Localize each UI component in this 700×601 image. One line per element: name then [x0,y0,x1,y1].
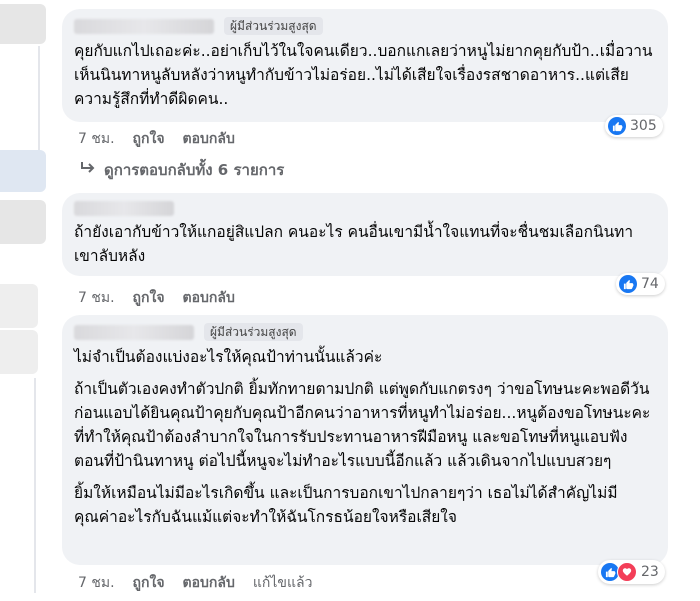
comment-time[interactable]: 7 ชม. [78,128,115,150]
comment-header: ผู้มีส่วนร่วมสูงสุด [74,323,656,341]
comment-text: ไม่จำเป็นต้องแบ่งอะไรให้คุณป้าท่านนั้นแล… [74,348,383,366]
reaction-summary[interactable]: 23 [598,560,665,584]
comment-bubble: ผู้มีส่วนร่วมสูงสุด ไม่จำเป็นต้องแบ่งอะไ… [62,315,668,565]
edited-label[interactable]: แก้ไขแล้ว [253,572,313,594]
reaction-summary[interactable]: 305 [605,115,663,137]
thread-line [34,378,36,593]
thread-line [38,46,40,156]
comment-time[interactable]: 7 ชม. [78,287,115,309]
comment-bubble: ผู้มีส่วนร่วมสูงสุด คุยกับแกไปเถอะค่ะ..อ… [62,9,668,122]
avatar[interactable] [0,200,46,244]
like-button[interactable]: ถูกใจ [133,287,165,309]
like-reaction-icon [619,275,637,293]
reaction-count: 23 [641,564,659,580]
comment-actions: 7 ชม. ถูกใจ ตอบกลับ [78,128,235,150]
view-replies-label: ดูการตอบกลับทั้ง 6 รายการ [104,161,285,179]
comment-text: คุยกับแกไปเถอะค่ะ..อย่าเก็บไว้ในใจคนเดีย… [74,42,653,108]
comment-actions: 7 ชม. ถูกใจ ตอบกลับ แก้ไขแล้ว [78,572,312,594]
comment-actions: 7 ชม. ถูกใจ ตอบกลับ [78,287,235,309]
like-reaction-icon [608,117,626,135]
comment-header [74,201,656,216]
reply-button[interactable]: ตอบกลับ [183,128,235,150]
reaction-count: 305 [630,118,657,134]
reaction-summary[interactable]: 74 [616,273,665,295]
love-reaction-icon [617,562,637,582]
avatar[interactable] [0,150,46,192]
reply-button[interactable]: ตอบกลับ [183,287,235,309]
comment-bubble: ถ้ายังเอากับข้าวให้แกอยู่สิแปลก คนอะไร ค… [62,193,668,276]
reaction-count: 74 [641,276,659,292]
comment-text: ถ้าเป็นตัวเองคงทำตัวปกติ ยิ้มทักทายตามปก… [74,380,651,470]
commenter-name[interactable] [74,18,214,34]
view-replies-link[interactable]: ดูการตอบกลับทั้ง 6 รายการ [80,158,284,182]
avatar[interactable] [0,330,38,374]
comment-text: ยิ้มให้เหมือนไม่มีอะไรเกิดขึ้น และเป็นกา… [74,484,618,526]
top-fan-badge: ผู้มีส่วนร่วมสูงสุด [224,17,323,35]
reply-arrow-icon [80,161,96,179]
like-button[interactable]: ถูกใจ [133,128,165,150]
avatar[interactable] [0,284,38,328]
commenter-name[interactable] [74,201,174,216]
like-button[interactable]: ถูกใจ [133,572,165,594]
comment-header: ผู้มีส่วนร่วมสูงสุด [74,17,656,35]
reply-button[interactable]: ตอบกลับ [183,572,235,594]
comment-text: ถ้ายังเอากับข้าวให้แกอยู่สิแปลก คนอะไร ค… [74,223,634,265]
comment-time[interactable]: 7 ชม. [78,572,115,594]
top-fan-badge: ผู้มีส่วนร่วมสูงสุด [204,323,303,341]
avatar[interactable] [0,4,46,44]
commenter-name[interactable] [74,324,194,340]
